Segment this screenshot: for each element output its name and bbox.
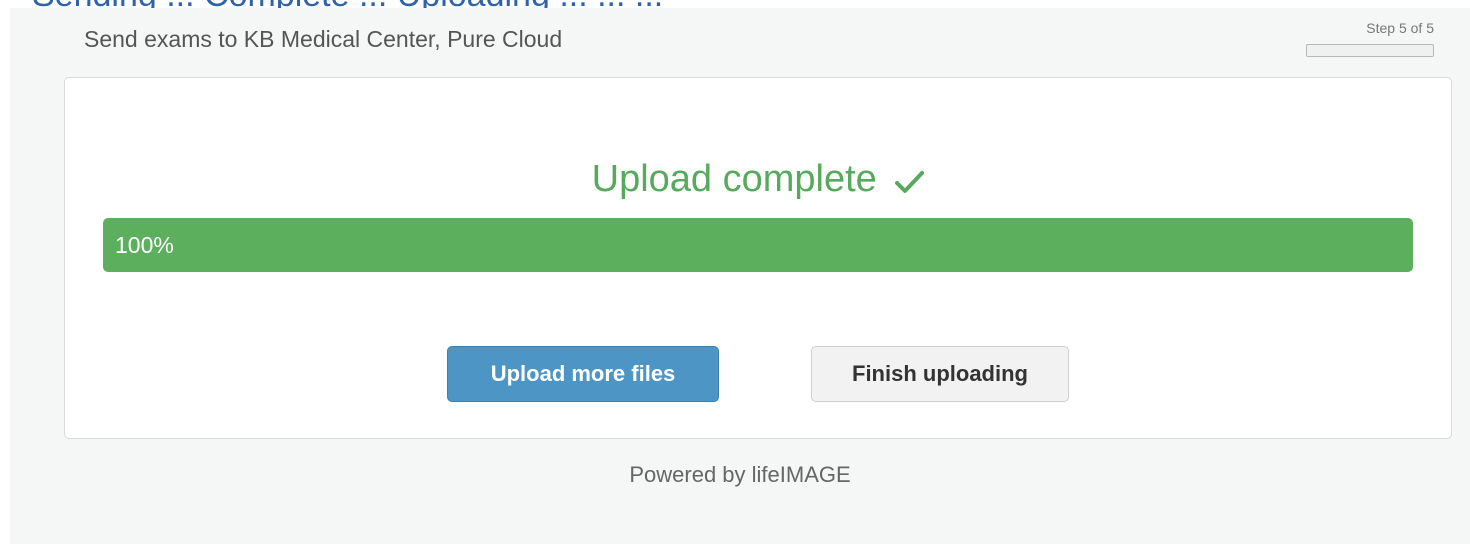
step-text: Step 5 of 5: [1366, 20, 1434, 36]
powered-by-footer: Powered by lifeIMAGE: [629, 462, 851, 487]
check-icon: [895, 162, 925, 205]
destination-header: Send exams to KB Medical Center, Pure Cl…: [84, 26, 563, 52]
upload-progress-fill: [103, 218, 1413, 272]
upload-complete-text: Upload complete: [591, 158, 877, 200]
upload-progress-label: 100%: [115, 232, 174, 258]
step-progress-track: [1306, 44, 1434, 57]
upload-progress-bar: 100%: [103, 218, 1413, 272]
upload-actions: Upload more files Finish uploading: [65, 346, 1451, 402]
upload-complete-title: Upload complete: [65, 158, 1451, 205]
upload-workflow-panel: Send exams to KB Medical Center, Pure Cl…: [10, 8, 1470, 544]
upload-more-files-button[interactable]: Upload more files: [447, 346, 719, 402]
finish-uploading-button[interactable]: Finish uploading: [811, 346, 1069, 402]
upload-status-card: Upload complete 100% Upload more files F…: [64, 77, 1452, 439]
step-indicator: Step 5 of 5: [1304, 20, 1434, 57]
